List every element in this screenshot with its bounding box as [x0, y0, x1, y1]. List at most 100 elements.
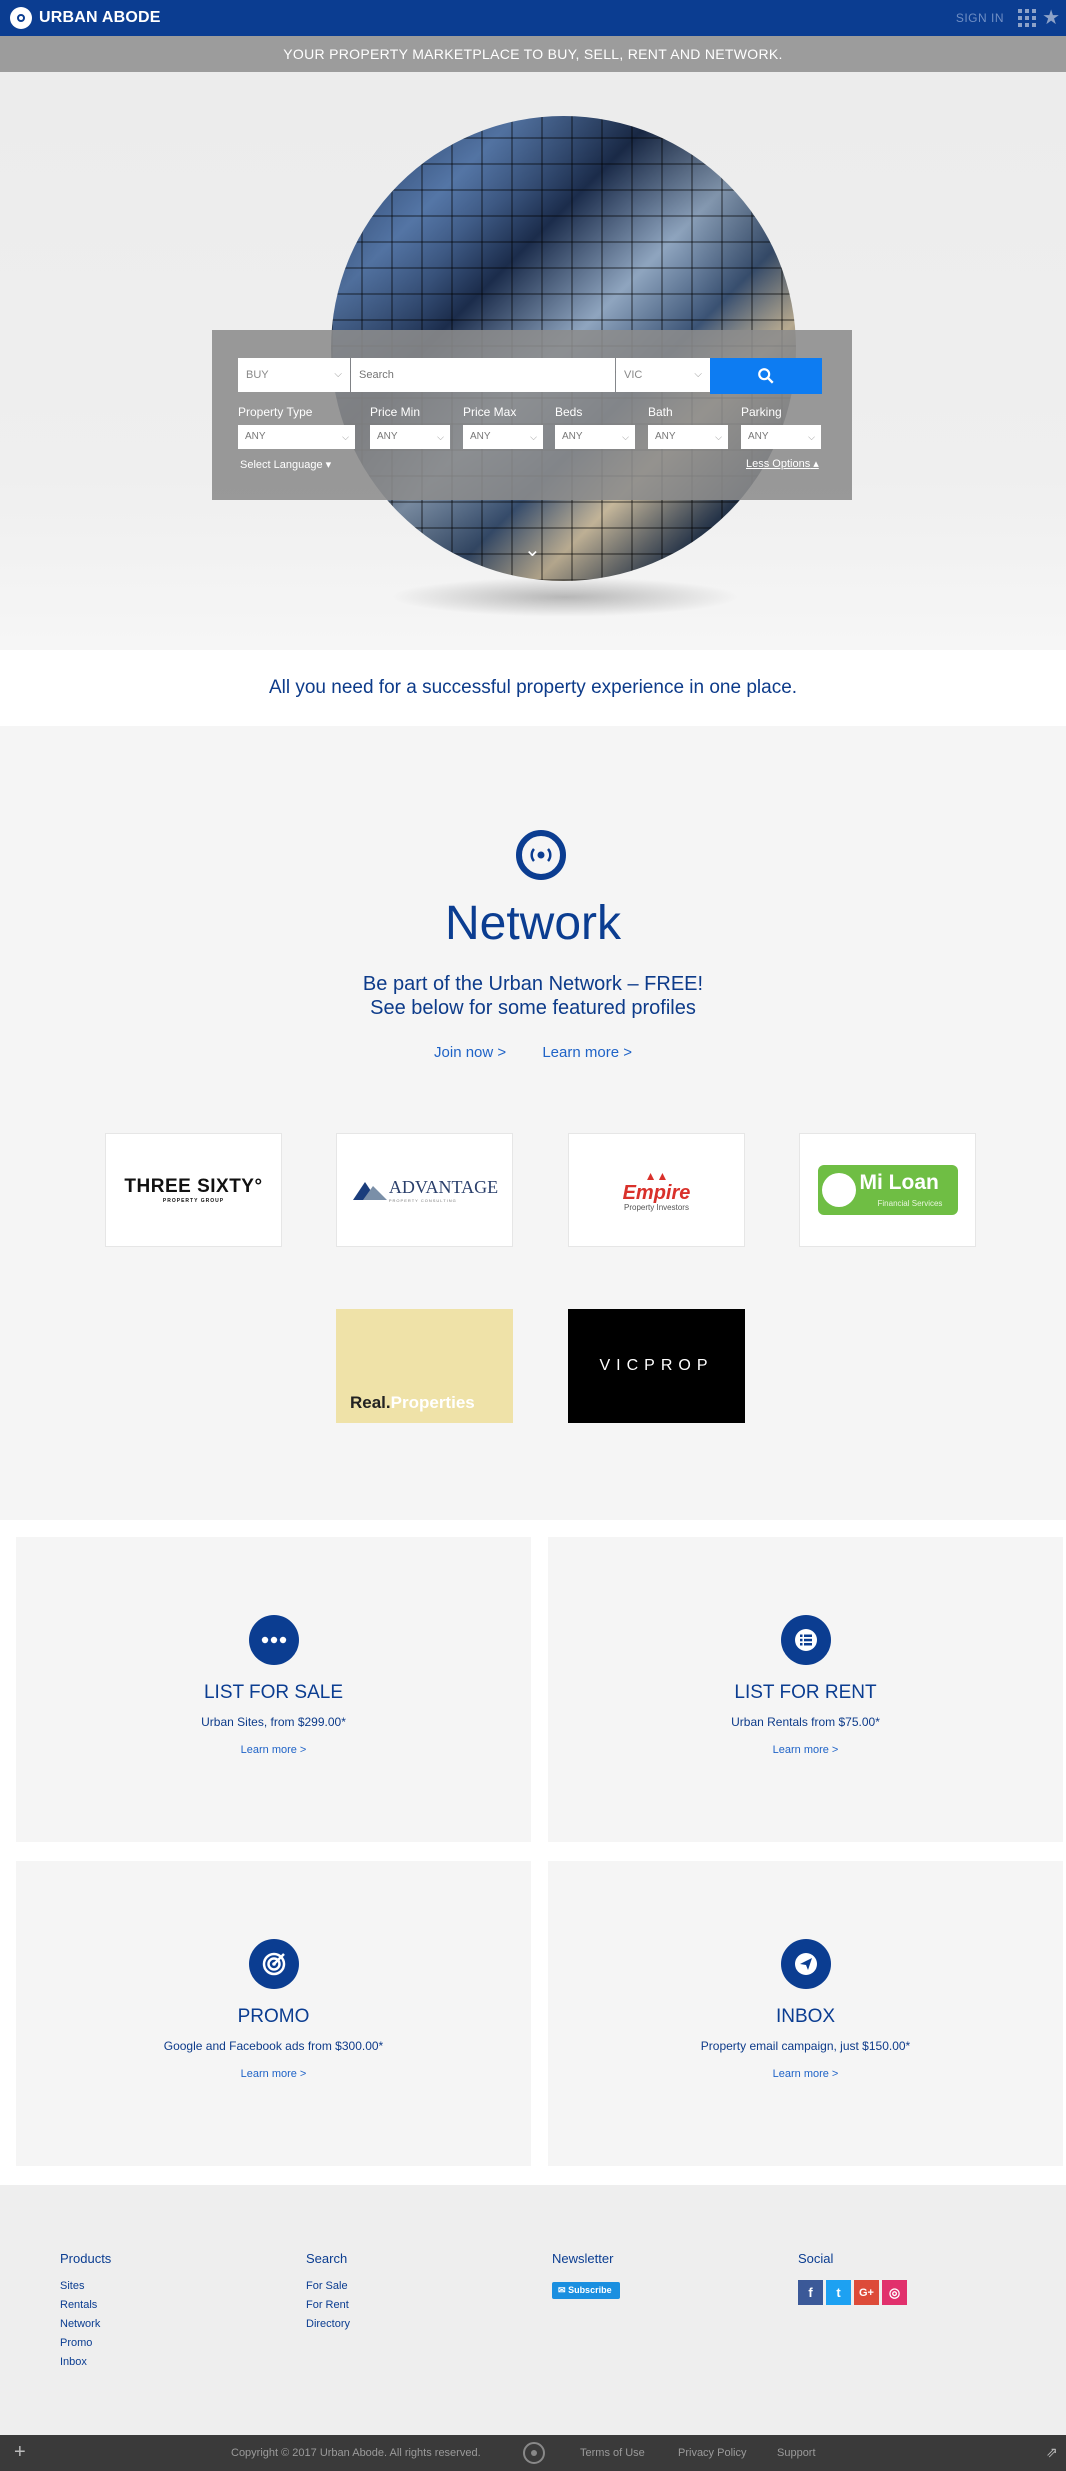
footer-heading: Products: [60, 2251, 112, 2266]
search-input[interactable]: [351, 358, 615, 392]
search-panel: BUY⌵ VIC⌵ Property Type Price Min Price …: [212, 330, 852, 500]
tagline-banner: YOUR PROPERTY MARKETPLACE TO BUY, SELL, …: [0, 36, 1066, 72]
top-bar: URBAN ABODE SIGN IN ★: [0, 0, 1066, 36]
parking-label: Parking: [741, 405, 782, 419]
footer-heading: Social: [798, 2251, 834, 2266]
card-description: Urban Sites, from $299.00*: [201, 1715, 346, 1729]
network-icon: [516, 830, 566, 880]
price-max-select[interactable]: ANY ⌵: [463, 425, 543, 449]
share-icon[interactable]: ⇗: [1046, 2444, 1058, 2461]
card-description: Urban Rentals from $75.00*: [731, 1715, 880, 1729]
beds-select[interactable]: ANY ⌵: [555, 425, 635, 449]
card-title: LIST FOR RENT: [734, 1682, 877, 1703]
profile-empire[interactable]: ▲▲ Empire Property Investors: [568, 1133, 745, 1247]
profile-three-sixty[interactable]: THREE SIXTY° PROPERTY GROUP: [105, 1133, 282, 1247]
network-title: Network: [444, 897, 622, 950]
card-title: PROMO: [237, 2006, 310, 2027]
globe-shadow: [390, 577, 740, 617]
parking-select[interactable]: ANY ⌵: [741, 425, 821, 449]
hero-section: ⌄ BUY⌵ VIC⌵ Property Type Price Min Pric…: [0, 72, 1066, 650]
price-min-select[interactable]: ANY ⌵: [370, 425, 450, 449]
card-learn-more-link[interactable]: Learn more >: [16, 2068, 531, 2080]
brand-logo[interactable]: URBAN ABODE: [10, 7, 161, 29]
card-learn-more-link[interactable]: Learn more >: [548, 1744, 1063, 1756]
footer: Products Sites Rentals Network Promo Inb…: [0, 2185, 1066, 2435]
card-learn-more-link[interactable]: Learn more >: [548, 2068, 1063, 2080]
bottom-bar: + Copyright © 2017 Urban Abode. All righ…: [0, 2435, 1066, 2471]
star-icon[interactable]: ★: [1042, 5, 1060, 30]
bath-select[interactable]: ANY ⌵: [648, 425, 728, 449]
instagram-icon[interactable]: ◎: [882, 2280, 907, 2305]
list-icon: [781, 1615, 831, 1665]
inbox-card[interactable]: INBOX Property email campaign, just $150…: [548, 1861, 1063, 2166]
footer-link[interactable]: For Rent: [306, 2299, 350, 2311]
price-max-label: Price Max: [463, 405, 517, 419]
brand-name: URBAN ABODE: [39, 9, 161, 26]
profile-advantage[interactable]: ADVANTAGE PROPERTY CONSULTING: [336, 1133, 513, 1247]
learn-more-link[interactable]: Learn more >: [542, 1044, 632, 1061]
card-title: INBOX: [775, 2006, 836, 2027]
property-type-label: Property Type: [238, 405, 313, 419]
property-type-select[interactable]: ANY ⌵: [238, 425, 355, 449]
location-pin-icon: [523, 2442, 545, 2464]
mi-loan-logo-icon: [821, 1173, 856, 1207]
subheadline: All you need for a successful property e…: [0, 650, 1066, 726]
promo-card[interactable]: PROMO Google and Facebook ads from $300.…: [16, 1861, 531, 2166]
sign-in-link[interactable]: SIGN IN: [956, 11, 1004, 25]
network-links: Join now > Learn more >: [0, 1044, 1066, 1061]
target-icon: [249, 1939, 299, 1989]
terms-link[interactable]: Terms of Use: [580, 2447, 645, 2459]
plus-icon[interactable]: +: [14, 2441, 26, 2464]
footer-link[interactable]: Directory: [306, 2318, 350, 2330]
google-plus-icon[interactable]: G+: [854, 2280, 879, 2305]
chevron-down-icon: ⌵: [808, 432, 815, 442]
list-for-rent-card[interactable]: LIST FOR RENT Urban Rentals from $75.00*…: [548, 1537, 1063, 1842]
footer-newsletter: Newsletter ✉ Subscribe: [552, 2251, 620, 2299]
language-select[interactable]: Select Language ▾: [240, 458, 331, 471]
chevron-down-icon: ⌵: [342, 432, 349, 442]
chevron-down-icon[interactable]: ⌄: [524, 537, 541, 562]
search-icon: [758, 368, 774, 384]
price-min-label: Price Min: [370, 405, 421, 419]
search-button[interactable]: [710, 358, 822, 394]
footer-social: Social f t G+ ◎: [798, 2251, 907, 2312]
card-description: Google and Facebook ads from $300.00*: [163, 2039, 384, 2053]
apps-grid-icon[interactable]: [1018, 9, 1036, 27]
footer-link[interactable]: For Sale: [306, 2280, 350, 2292]
footer-search: Search For Sale For Rent Directory: [306, 2251, 350, 2337]
twitter-icon[interactable]: t: [826, 2280, 851, 2305]
beds-label: Beds: [555, 405, 583, 419]
subscribe-button[interactable]: ✉ Subscribe: [552, 2282, 620, 2299]
state-select[interactable]: VIC ⌵: [616, 358, 710, 392]
chevron-down-icon: ⌵: [715, 432, 722, 442]
location-pin-icon: [10, 7, 32, 29]
card-learn-more-link[interactable]: Learn more >: [16, 1744, 531, 1756]
less-options-link[interactable]: Less Options ▴: [746, 457, 819, 470]
mode-select[interactable]: BUY ⌵: [238, 358, 350, 392]
footer-link[interactable]: Inbox: [60, 2356, 111, 2368]
list-for-sale-card[interactable]: LIST FOR SALE Urban Sites, from $299.00*…: [16, 1537, 531, 1842]
chevron-down-icon: ⌵: [694, 369, 702, 380]
support-link[interactable]: Support: [777, 2447, 816, 2459]
profile-vicprop[interactable]: VICPROP: [568, 1309, 745, 1423]
footer-link[interactable]: Network: [60, 2318, 111, 2330]
footer-link[interactable]: Promo: [60, 2337, 111, 2349]
network-subtitle: Be part of the Urban Network – FREE! See…: [362, 973, 704, 1019]
profile-real-properties[interactable]: Real.Properties: [336, 1309, 513, 1423]
copyright-text: Copyright © 2017 Urban Abode. All rights…: [231, 2447, 481, 2459]
bath-label: Bath: [648, 405, 673, 419]
footer-link[interactable]: Rentals: [60, 2299, 111, 2311]
profile-mi-loan[interactable]: Mi Loan Financial Services: [799, 1133, 976, 1247]
chevron-down-icon: ⌵: [622, 432, 629, 442]
paper-plane-icon: [781, 1939, 831, 1989]
advantage-logo-icon: [352, 1182, 387, 1200]
chevron-down-icon: ⌵: [334, 369, 342, 380]
footer-heading: Search: [306, 2251, 348, 2266]
footer-heading: Newsletter: [552, 2251, 614, 2266]
footer-products: Products Sites Rentals Network Promo Inb…: [60, 2251, 111, 2375]
network-section: Network Be part of the Urban Network – F…: [0, 726, 1066, 1520]
privacy-link[interactable]: Privacy Policy: [678, 2447, 746, 2459]
facebook-icon[interactable]: f: [798, 2280, 823, 2305]
join-now-link[interactable]: Join now >: [434, 1044, 506, 1061]
footer-link[interactable]: Sites: [60, 2280, 111, 2292]
